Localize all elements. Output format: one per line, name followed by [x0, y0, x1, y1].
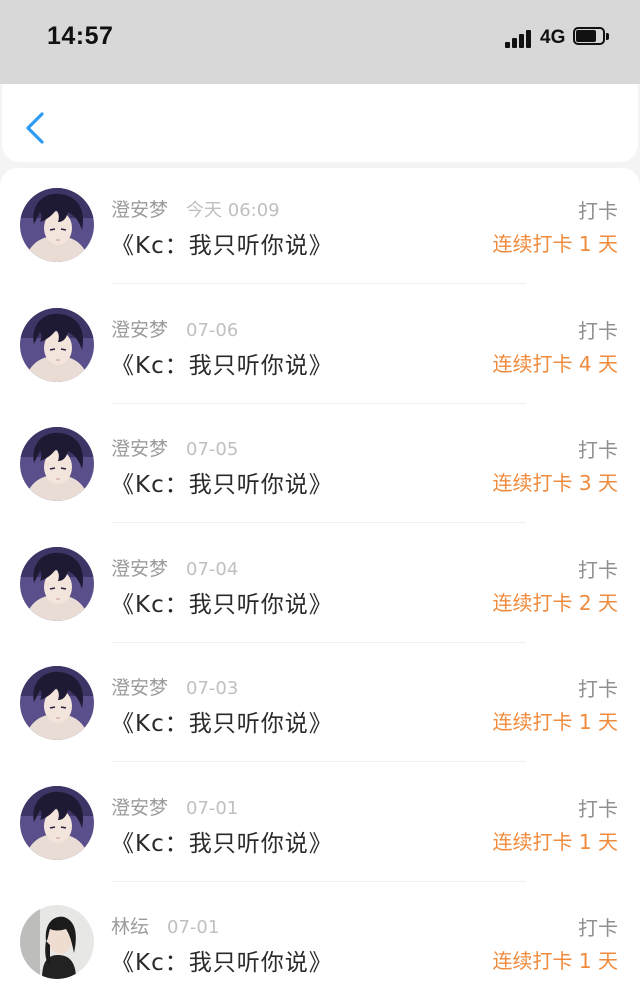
- streak-badge: 连续打卡 1 天: [492, 232, 618, 256]
- avatar[interactable]: [20, 666, 94, 740]
- user-name-text: 澄安梦: [111, 438, 169, 460]
- book-title: 《Kc：我只听你说》: [111, 472, 333, 498]
- avatar[interactable]: [20, 427, 94, 501]
- book-title: 《Kc：我只听你说》: [111, 591, 333, 618]
- divider: [111, 761, 526, 762]
- record-date: 07-01: [167, 917, 220, 938]
- user-name-text: 澄安梦: [111, 557, 169, 580]
- checkin-record[interactable]: 澄安梦 今天 06:09 《Kc：我只听你说》 打卡连续打卡 1 天: [0, 168, 640, 287]
- divider: [111, 880, 526, 882]
- user-name: 澄安梦 07-06: [111, 315, 238, 342]
- record-date: 07-05: [186, 439, 239, 460]
- record-type: 打卡: [578, 557, 618, 582]
- checkin-list: 澄安梦 今天 06:09 《Kc：我只听你说》 打卡 连续打卡 1 天 澄安梦 07-06…: [0, 168, 640, 1008]
- user-name: 澄安梦 07-04: [111, 554, 238, 581]
- book-title: 《Kc：我只听你说》: [111, 830, 333, 857]
- record-type: 打卡: [578, 199, 618, 223]
- user-name-text: 澄安梦: [111, 677, 169, 699]
- avatar[interactable]: [20, 546, 94, 621]
- user-name: 林纭 07-01: [111, 912, 219, 939]
- avatar[interactable]: [20, 188, 94, 262]
- user-name: 澄安梦 07-01: [111, 793, 238, 820]
- avatar[interactable]: [20, 307, 94, 382]
- user-name-text: 林纭: [111, 916, 150, 938]
- user-name: 澄安梦 07-03: [111, 673, 238, 700]
- book-title: 《Kc：我只听你说》: [111, 950, 333, 976]
- divider: [111, 283, 526, 284]
- checkin-record[interactable]: 林纭 07-01 《Kc：我只听你说》 打卡连续打卡 1 天: [0, 885, 640, 1004]
- record-date: 今天 06:09: [186, 200, 280, 221]
- status-time: 14:57: [47, 22, 114, 50]
- record-type: 打卡: [578, 438, 618, 462]
- signal-icon: [505, 30, 535, 48]
- checkin-record[interactable]: 澄安梦 07-04 《Kc：我只听你说》 打卡连续打卡 2 天: [0, 527, 640, 646]
- streak-badge: 连续打卡 1 天: [492, 949, 618, 973]
- record-type: 打卡: [578, 916, 618, 940]
- book-title: 《Kc：我只听你说》: [111, 233, 333, 259]
- status-bar: 14:57 4G: [0, 0, 640, 84]
- record-type: 打卡: [578, 318, 618, 343]
- avatar[interactable]: [20, 785, 94, 860]
- streak-badge: 连续打卡 3 天: [492, 471, 618, 495]
- checkin-record[interactable]: 澄安梦 07-03 《Kc：我只听你说》 打卡连续打卡 1 天: [0, 646, 640, 765]
- streak-badge: 连续打卡 4 天: [492, 351, 618, 376]
- streak-badge: 连续打卡 2 天: [492, 590, 618, 615]
- checkin-record[interactable]: 澄安梦 07-06 《Kc：我只听你说》 打卡连续打卡 4 天: [0, 288, 640, 407]
- user-name-text: 澄安梦: [111, 318, 169, 341]
- checkin-record[interactable]: 澄安梦 07-05 《Kc：我只听你说》 打卡连续打卡 3 天: [0, 407, 640, 526]
- back-button[interactable]: [16, 106, 56, 146]
- streak-badge: 连续打卡 1 天: [492, 710, 618, 734]
- book-title: 《Kc：我只听你说》: [111, 711, 333, 737]
- divider: [111, 641, 526, 643]
- record-date: 07-03: [186, 678, 239, 699]
- book-title: 《Kc：我只听你说》: [111, 352, 333, 379]
- record-type: 打卡: [578, 677, 618, 701]
- user-name: 澄安梦 今天 06:09: [111, 195, 280, 222]
- divider: [111, 522, 526, 523]
- record-date: 07-06: [186, 319, 239, 341]
- checkin-record[interactable]: 澄安梦 07-01 《Kc：我只听你说》 打卡连续打卡 1 天: [0, 766, 640, 885]
- record-type: 打卡: [578, 796, 618, 821]
- network-label: 4G: [540, 27, 566, 48]
- record-date: 07-04: [186, 558, 239, 580]
- user-name: 澄安梦 07-05: [111, 434, 238, 461]
- nav-bar: [2, 84, 638, 162]
- streak-badge: 连续打卡 1 天: [492, 829, 618, 854]
- user-name-text: 澄安梦: [111, 199, 169, 221]
- chevron-left-icon: [26, 112, 44, 144]
- user-name-text: 澄安梦: [111, 796, 169, 819]
- battery-icon: [573, 27, 611, 47]
- divider: [111, 402, 526, 404]
- record-date: 07-01: [186, 797, 239, 819]
- avatar[interactable]: [20, 905, 94, 979]
